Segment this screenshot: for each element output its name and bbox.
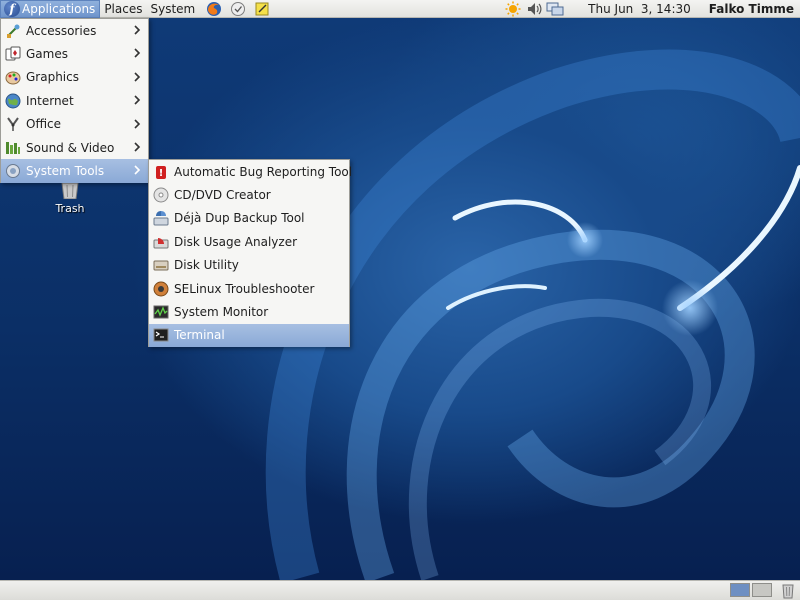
applications-dropdown: Accessories Games Graphics Internet Offi… xyxy=(0,18,149,183)
menu-item-label: System Monitor xyxy=(174,305,269,320)
applications-menu[interactable]: f Applications xyxy=(0,0,101,18)
menu-item-label: Terminal xyxy=(174,328,225,343)
top-panel: f Applications Places System Thu Jun 3, … xyxy=(0,0,800,18)
volume-icon xyxy=(528,2,542,15)
network-tray-item[interactable] xyxy=(546,0,564,18)
disk-usage-icon xyxy=(153,237,169,249)
menu-item-label: Sound & Video xyxy=(26,140,115,155)
chevron-right-icon xyxy=(134,142,141,152)
menu-item-label: Internet xyxy=(26,93,74,108)
menu-item-sound-video[interactable]: Sound & Video xyxy=(1,136,148,159)
chevron-right-icon xyxy=(134,118,141,129)
system-tools-icon xyxy=(6,164,20,179)
disk-utility-icon xyxy=(153,260,169,271)
fedora-logo-icon: f xyxy=(4,0,20,17)
weather-tray-item[interactable] xyxy=(504,0,522,18)
menu-item-label: System Tools xyxy=(26,164,105,179)
menu-item-system-monitor[interactable]: System Monitor xyxy=(149,300,349,323)
firefox-icon xyxy=(207,1,222,16)
system-menu[interactable]: System xyxy=(146,0,199,18)
graphics-icon xyxy=(5,71,21,85)
menu-item-label: Accessories xyxy=(26,23,97,38)
menu-item-label: Déjà Dup Backup Tool xyxy=(174,211,305,226)
menu-item-office[interactable]: Office xyxy=(1,113,148,136)
menu-item-graphics[interactable]: Graphics xyxy=(1,66,148,89)
internet-icon xyxy=(5,93,21,109)
system-tools-submenu: ! Automatic Bug Reporting Tool CD/DVD Cr… xyxy=(148,159,353,348)
chevron-right-icon xyxy=(134,95,141,105)
menu-item-label: Disk Usage Analyzer xyxy=(174,234,298,249)
workspace-1-button[interactable] xyxy=(730,583,750,597)
network-icon xyxy=(546,2,564,15)
mail-icon xyxy=(231,1,246,16)
menu-item-label: Automatic Bug Reporting Tool xyxy=(174,164,353,179)
menu-item-terminal[interactable]: Terminal xyxy=(149,323,349,348)
menu-item-selinux-troubleshooter[interactable]: SELinux Troubleshooter xyxy=(149,277,349,300)
menu-item-system-tools[interactable]: System Tools xyxy=(1,159,148,183)
cd-dvd-icon xyxy=(153,187,169,203)
workspace-2-button[interactable] xyxy=(752,583,772,597)
mail-launcher[interactable] xyxy=(229,0,247,18)
trash-applet-icon[interactable] xyxy=(780,583,796,599)
notes-launcher[interactable] xyxy=(253,0,271,18)
menu-item-cd-dvd-creator[interactable]: CD/DVD Creator xyxy=(149,183,349,206)
menu-item-internet[interactable]: Internet xyxy=(1,89,148,112)
menu-item-disk-utility[interactable]: Disk Utility xyxy=(149,254,349,277)
office-icon xyxy=(7,117,19,132)
bug-report-icon: ! xyxy=(156,165,166,179)
menu-item-label: SELinux Troubleshooter xyxy=(174,281,315,296)
firefox-launcher[interactable] xyxy=(205,0,223,18)
applications-menu-label: Applications xyxy=(22,1,96,16)
backup-icon xyxy=(153,211,169,226)
system-monitor-icon xyxy=(153,305,169,319)
menu-item-label: Graphics xyxy=(26,70,79,85)
chevron-right-icon xyxy=(134,165,141,175)
selinux-icon xyxy=(153,281,169,297)
trash-icon xyxy=(61,182,79,200)
menu-item-deja-dup-backup-tool[interactable]: Déjà Dup Backup Tool xyxy=(149,207,349,230)
menu-item-disk-usage-analyzer[interactable]: Disk Usage Analyzer xyxy=(149,230,349,253)
menu-item-label: Disk Utility xyxy=(174,258,239,273)
sound-video-icon xyxy=(6,141,20,154)
menu-item-label: Office xyxy=(26,117,62,132)
menu-item-accessories[interactable]: Accessories xyxy=(1,19,148,42)
terminal-icon xyxy=(153,328,169,342)
weather-sun-icon xyxy=(505,1,521,16)
notes-icon xyxy=(255,2,269,15)
volume-tray-item[interactable] xyxy=(525,0,543,18)
bottom-panel xyxy=(0,580,800,600)
menu-item-games[interactable]: Games xyxy=(1,42,148,65)
svg-text:!: ! xyxy=(159,168,164,179)
chevron-right-icon xyxy=(134,25,141,35)
places-menu[interactable]: Places xyxy=(100,0,146,18)
clock[interactable]: Thu Jun 3, 14:30 xyxy=(588,2,691,16)
trash-label: Trash xyxy=(55,202,85,215)
menu-item-label: CD/DVD Creator xyxy=(174,188,271,203)
chevron-right-icon xyxy=(134,48,141,58)
chevron-right-icon xyxy=(134,72,141,82)
accessories-icon xyxy=(7,24,20,38)
menu-item-automatic-bug-reporting-tool[interactable]: ! Automatic Bug Reporting Tool xyxy=(149,160,353,183)
menu-item-label: Games xyxy=(26,47,68,62)
trash-desktop-icon[interactable]: Trash xyxy=(40,182,100,215)
games-icon xyxy=(5,46,21,61)
user-switcher[interactable]: Falko Timme xyxy=(709,2,794,16)
